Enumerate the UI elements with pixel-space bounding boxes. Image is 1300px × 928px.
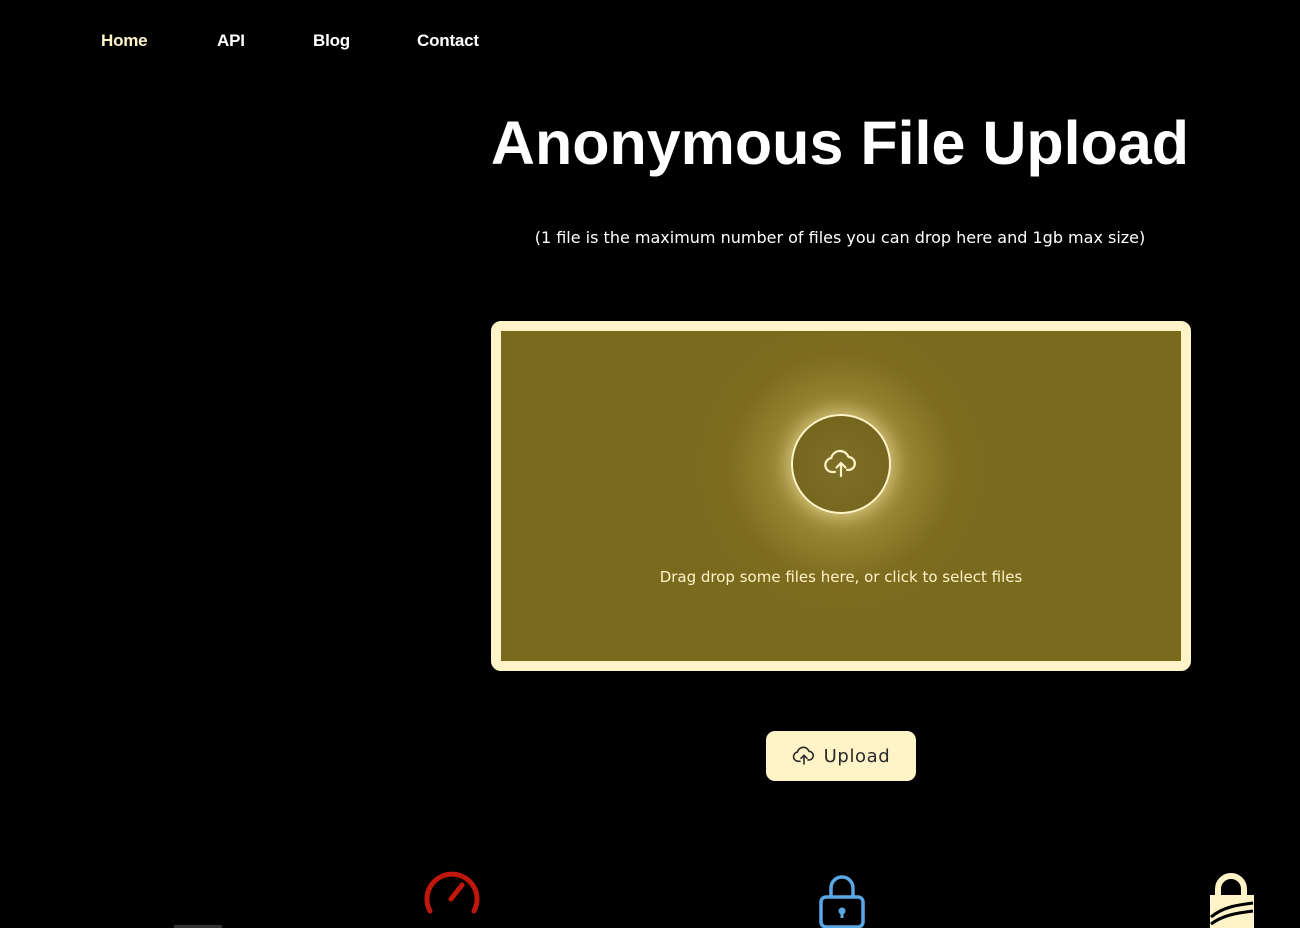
page: Home API Blog Contact Anonymous File Upl… — [0, 0, 1300, 928]
upload-button-label: Upload — [823, 745, 891, 767]
speedometer-icon — [424, 871, 480, 914]
lock-icon — [819, 875, 865, 928]
privacy-lock-icon — [1210, 873, 1254, 928]
cloud-upload-icon — [792, 746, 814, 765]
dropzone-upload-circle[interactable] — [791, 414, 891, 514]
top-nav: Home API Blog Contact — [0, 0, 600, 80]
dropzone-instructions: Drag drop some files here, or click to s… — [659, 568, 1023, 586]
upload-button[interactable]: Upload — [766, 731, 916, 781]
cloud-upload-icon — [824, 449, 856, 478]
nav-home-link[interactable]: Home — [101, 31, 148, 51]
nav-blog-link[interactable]: Blog — [313, 31, 350, 51]
upload-limits-note: (1 file is the maximum number of files y… — [534, 228, 1146, 247]
page-title: Anonymous File Upload — [490, 109, 1190, 177]
nav-api-link[interactable]: API — [217, 31, 245, 51]
file-dropzone[interactable]: Drag drop some files here, or click to s… — [491, 321, 1191, 671]
nav-contact-link[interactable]: Contact — [417, 31, 479, 51]
